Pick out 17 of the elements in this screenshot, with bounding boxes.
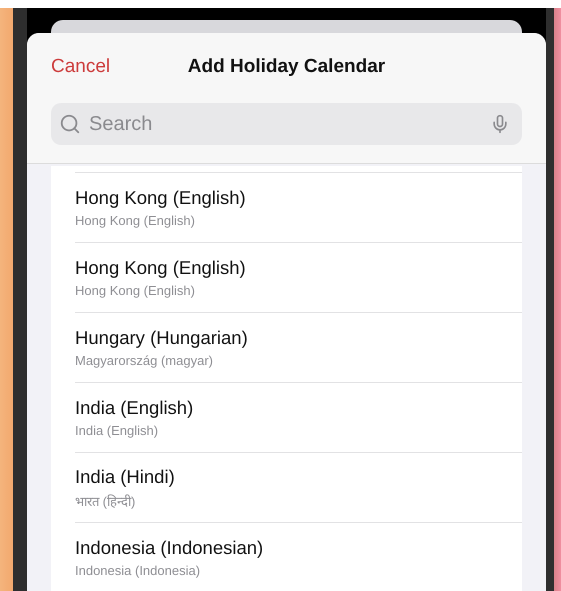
- search-field[interactable]: Search: [51, 103, 522, 145]
- calendar-native-name: Indonesia (Indonesia): [75, 563, 202, 578]
- calendar-name[interactable]: India (Hindi): [75, 466, 522, 488]
- calendar-name[interactable]: Hungary (Hungarian): [75, 327, 522, 349]
- calendar-native-name: Hong Kong (English): [75, 213, 196, 228]
- calendar-name[interactable]: Hong Kong (English): [75, 187, 522, 209]
- calendar-native-name: भारत (हिन्दी): [75, 492, 136, 510]
- calendar-name[interactable]: India (English): [75, 397, 522, 419]
- calendar-name[interactable]: Hong Kong (English): [75, 257, 522, 279]
- calendar-native-name: Hong Kong (English): [75, 283, 196, 298]
- search-input[interactable]: Search: [87, 112, 484, 136]
- search-icon: [59, 113, 81, 135]
- cancel-button[interactable]: Cancel: [51, 56, 110, 78]
- calendar-name[interactable]: Indonesia (Indonesian): [75, 537, 522, 559]
- calendar-native-name: India (English): [75, 423, 160, 438]
- sheet-title: Add Holiday Calendar: [188, 56, 386, 78]
- calendar-native-name: Magyarország (magyar): [75, 353, 214, 368]
